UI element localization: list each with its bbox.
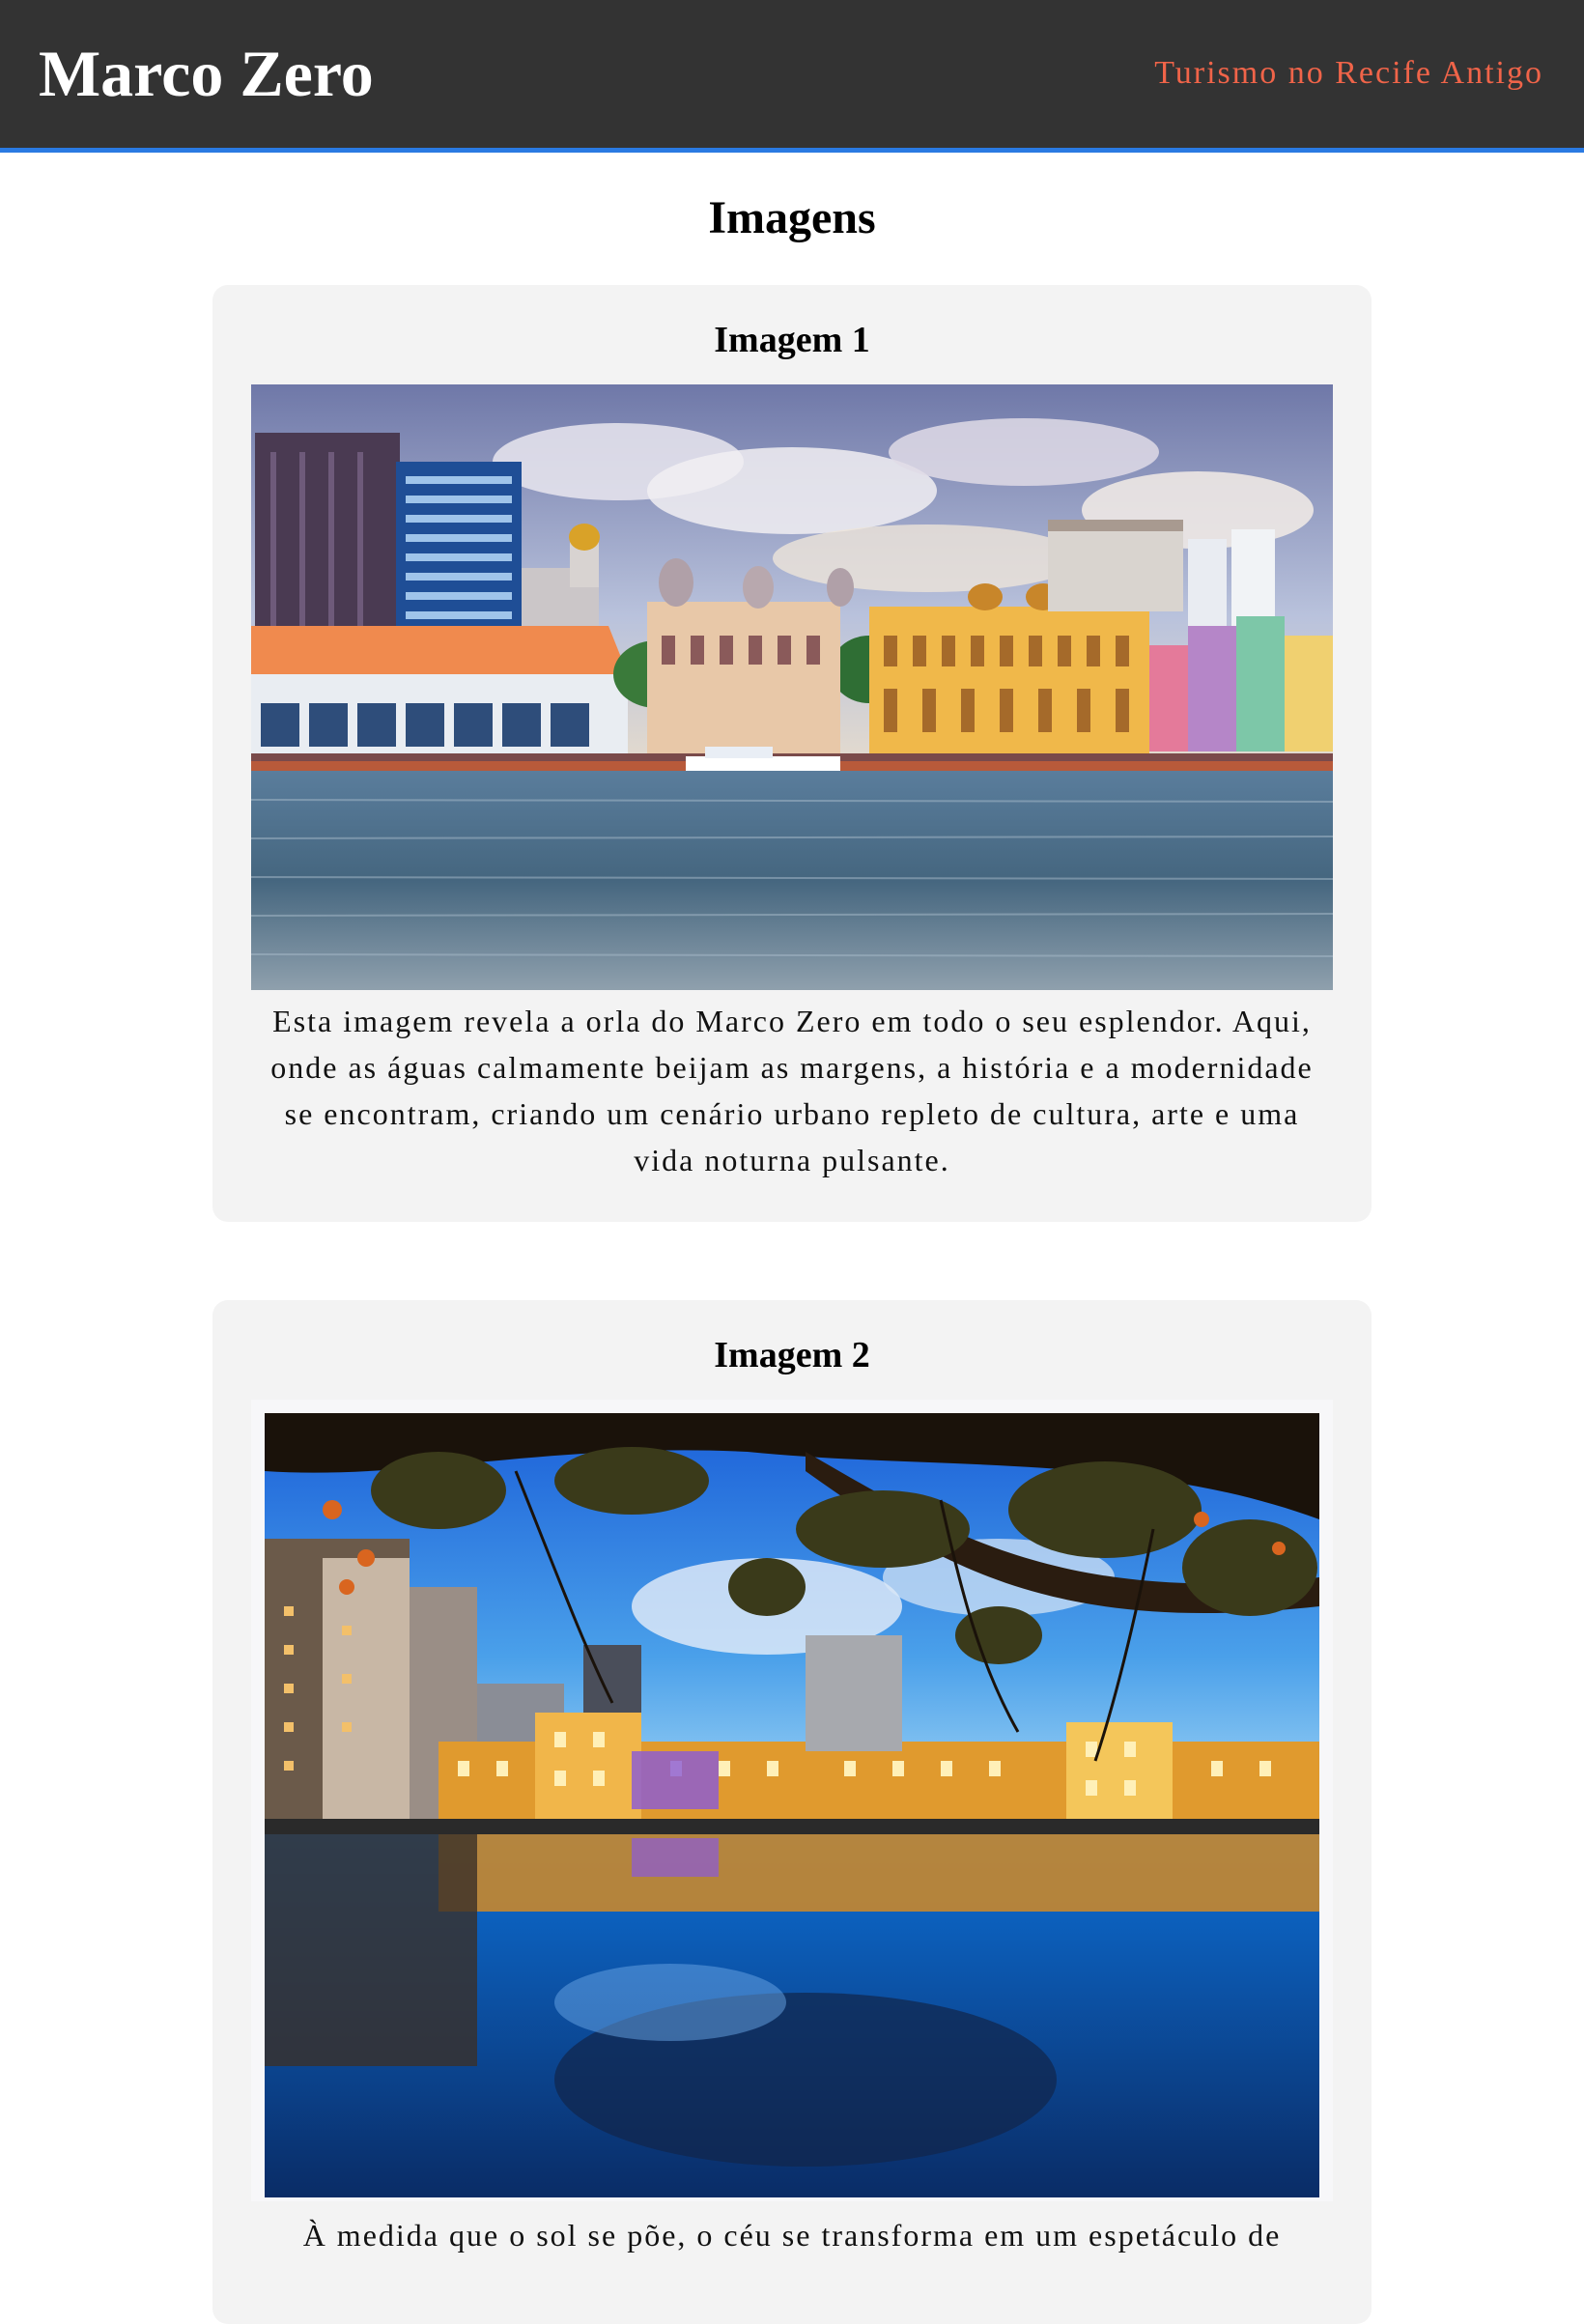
section-heading: Imagens (708, 192, 876, 243)
card-title: Imagem 1 (714, 320, 870, 360)
waterfront-day-illustration (251, 384, 1333, 990)
waterfront-night-illustration (265, 1413, 1319, 2197)
site-title[interactable]: Marco Zero (39, 35, 374, 112)
site-header: Marco Zero Turismo no Recife Antigo (0, 0, 1584, 153)
card-title: Imagem 2 (714, 1335, 870, 1375)
image-caption: Esta imagem revela a orla do Marco Zero … (270, 1004, 1314, 1177)
waterfront-night-photo (251, 1400, 1333, 2201)
image-caption: À medida que o sol se põe, o céu se tran… (302, 2218, 1282, 2253)
waterfront-day-photo (251, 384, 1333, 990)
image-card-2: Imagem 2 À medida que o sol se põe, o cé… (212, 1300, 1372, 2324)
image-card-1: Imagem 1 Esta imagem revela a orla do Ma… (212, 285, 1372, 1222)
site-subtitle: Turismo no Recife Antigo (1154, 55, 1543, 91)
